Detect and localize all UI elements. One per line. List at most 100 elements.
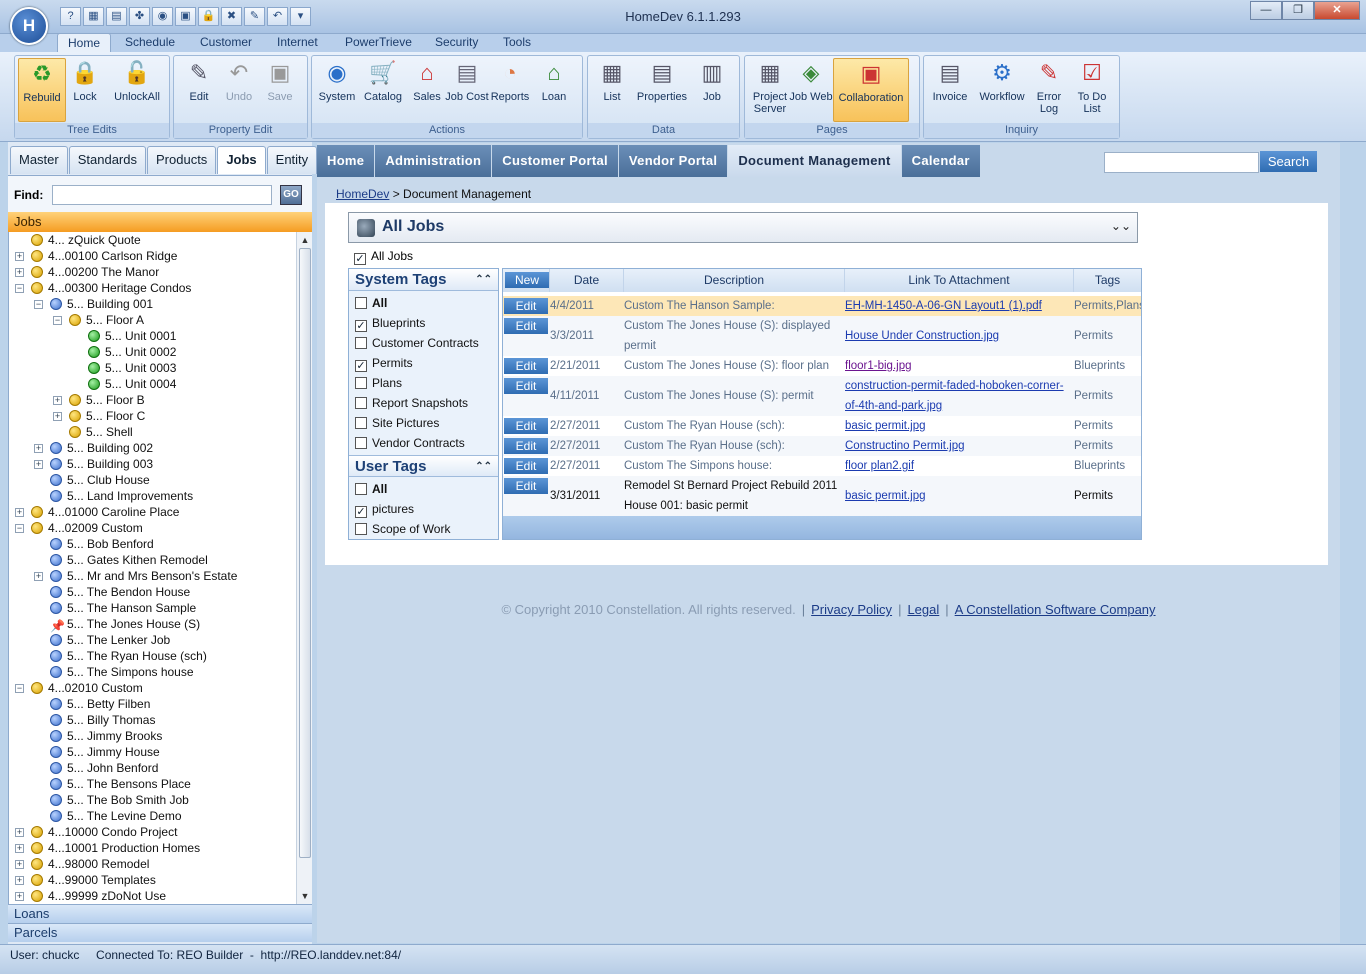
user-tag-item[interactable]: All bbox=[355, 480, 387, 498]
parcels-bar[interactable]: Parcels bbox=[8, 923, 312, 942]
tree-node[interactable]: 5... Shell bbox=[69, 424, 133, 440]
to-do-list-button[interactable]: ☑ To Do List bbox=[1070, 58, 1114, 126]
scroll-up-icon[interactable]: ▲ bbox=[297, 232, 313, 248]
list-button[interactable]: ▦ List bbox=[588, 58, 636, 103]
nav-tab-customer-portal[interactable]: Customer Portal bbox=[492, 145, 619, 177]
grid-header-description[interactable]: Description bbox=[624, 269, 845, 292]
tree-node[interactable]: 5... Land Improvements bbox=[50, 488, 193, 504]
tree-node[interactable]: 5... Building 002 bbox=[50, 440, 153, 456]
tree-node[interactable]: 5... Unit 0003 bbox=[88, 360, 176, 376]
tree-node[interactable]: 4...10000 Condo Project bbox=[31, 824, 177, 840]
collaboration-button[interactable]: ▣ Collaboration bbox=[833, 58, 909, 122]
scroll-down-icon[interactable]: ▼ bbox=[297, 888, 313, 904]
all-jobs-checkbox[interactable]: ✓ bbox=[354, 253, 366, 265]
job-selector[interactable]: All Jobs ⌄⌄ bbox=[348, 212, 1138, 243]
system-tag-item[interactable]: Vendor Contracts bbox=[355, 434, 465, 452]
system-tag-item[interactable]: Report Snapshots bbox=[355, 394, 468, 412]
restore-button[interactable]: ❐ bbox=[1282, 1, 1314, 20]
left-tab-entity[interactable]: Entity bbox=[266, 146, 318, 174]
ribbon-tab-customer[interactable]: Customer bbox=[190, 33, 262, 53]
tree-expander[interactable]: − bbox=[34, 300, 43, 309]
tree-expander[interactable]: + bbox=[15, 508, 24, 517]
system-tag-item[interactable]: Plans bbox=[355, 374, 402, 392]
tree-node[interactable]: 5... Jimmy House bbox=[50, 744, 160, 760]
tree-node[interactable]: 5... The Bendon House bbox=[50, 584, 190, 600]
ribbon-tab-schedule[interactable]: Schedule bbox=[115, 33, 185, 53]
left-tab-standards[interactable]: Standards bbox=[68, 146, 146, 174]
tree-node[interactable]: 4...02009 Custom bbox=[31, 520, 143, 536]
system-tag-item[interactable]: Customer Contracts bbox=[355, 334, 479, 352]
tree-expander[interactable]: + bbox=[34, 460, 43, 469]
tree-node[interactable]: 5... The Bob Smith Job bbox=[50, 792, 189, 808]
tree-node[interactable]: 5... The Ryan House (sch) bbox=[50, 648, 207, 664]
tag-checkbox[interactable] bbox=[355, 377, 367, 389]
tree-expander[interactable]: + bbox=[15, 892, 24, 901]
system-tag-item[interactable]: Site Pictures bbox=[355, 414, 439, 432]
edit-button[interactable]: Edit bbox=[504, 298, 548, 314]
attachment-link[interactable]: basic permit.jpg bbox=[845, 416, 926, 436]
system-tags-header[interactable]: System Tags ⌃⌃ bbox=[349, 269, 498, 291]
edit-button[interactable]: Edit bbox=[504, 438, 548, 454]
tag-checkbox[interactable] bbox=[355, 437, 367, 449]
loans-bar[interactable]: Loans bbox=[8, 904, 312, 923]
attachment-link[interactable]: basic permit.jpg bbox=[845, 486, 926, 506]
system-tag-item[interactable]: ✓ Blueprints bbox=[355, 314, 425, 332]
tree-node[interactable]: 5... Mr and Mrs Benson's Estate bbox=[50, 568, 237, 584]
ribbon-tab-tools[interactable]: Tools bbox=[493, 33, 541, 53]
all-jobs-checkbox-row[interactable]: ✓ All Jobs bbox=[354, 249, 413, 265]
workflow-button[interactable]: ⚙ Workflow bbox=[974, 58, 1030, 103]
close-button[interactable]: ✕ bbox=[1314, 1, 1360, 20]
tree-expander[interactable]: + bbox=[15, 844, 24, 853]
grid-header-date[interactable]: Date bbox=[550, 269, 624, 292]
properties-button[interactable]: ▤ Properties bbox=[632, 58, 692, 103]
tag-checkbox[interactable] bbox=[355, 523, 367, 535]
tree-node[interactable]: 4...02010 Custom bbox=[31, 680, 143, 696]
tree-expander[interactable]: + bbox=[53, 412, 62, 421]
nav-tab-administration[interactable]: Administration bbox=[375, 145, 493, 177]
save-button[interactable]: ▣ Save bbox=[256, 58, 304, 103]
app-logo[interactable]: H bbox=[10, 7, 48, 45]
tree-node[interactable]: 5... Unit 0002 bbox=[88, 344, 176, 360]
grid-header-link[interactable]: Link To Attachment bbox=[845, 269, 1074, 292]
tree-node[interactable]: 5... Floor C bbox=[69, 408, 145, 424]
legal-link[interactable]: Legal bbox=[907, 602, 939, 617]
new-button[interactable]: New bbox=[505, 272, 549, 288]
edit-button[interactable]: Edit bbox=[504, 478, 548, 494]
tree-expander[interactable]: − bbox=[15, 684, 24, 693]
attachment-link[interactable]: EH-MH-1450-A-06-GN Layout1 (1).pdf bbox=[845, 296, 1042, 316]
tree-node[interactable]: 5... Billy Thomas bbox=[50, 712, 155, 728]
loan-button[interactable]: ⌂ Loan bbox=[530, 58, 578, 103]
tag-checkbox[interactable] bbox=[355, 417, 367, 429]
edit-button[interactable]: Edit bbox=[504, 318, 548, 334]
nav-tab-document-management[interactable]: Document Management bbox=[728, 145, 902, 177]
tree-expander[interactable]: + bbox=[34, 444, 43, 453]
tree-expander[interactable]: + bbox=[15, 876, 24, 885]
tag-checkbox[interactable] bbox=[355, 297, 367, 309]
tree-node[interactable]: 5... The Simpons house bbox=[50, 664, 194, 680]
attachment-link[interactable]: floor1-big.jpg bbox=[845, 356, 911, 376]
tree-node[interactable]: 4...01000 Caroline Place bbox=[31, 504, 179, 520]
left-tab-jobs[interactable]: Jobs bbox=[217, 146, 266, 174]
left-tab-master[interactable]: Master bbox=[10, 146, 68, 174]
tree-node[interactable]: 4...99999 zDoNot Use bbox=[31, 888, 166, 904]
left-tab-products[interactable]: Products bbox=[147, 146, 217, 174]
tree-node[interactable]: 4...98000 Remodel bbox=[31, 856, 149, 872]
tree-node[interactable]: 4...10001 Production Homes bbox=[31, 840, 200, 856]
nav-tab-vendor-portal[interactable]: Vendor Portal bbox=[618, 145, 729, 177]
tree-node[interactable]: 5... The Levine Demo bbox=[50, 808, 182, 824]
tree-node[interactable]: 5... Club House bbox=[50, 472, 150, 488]
tree-node[interactable]: 5... Building 003 bbox=[50, 456, 153, 472]
tree-node[interactable]: 4...00200 The Manor bbox=[31, 264, 159, 280]
system-tag-item[interactable]: ✓ Permits bbox=[355, 354, 413, 372]
catalog-button[interactable]: 🛒 Catalog bbox=[359, 58, 407, 103]
tree-node[interactable]: 4... zQuick Quote bbox=[31, 232, 141, 248]
edit-button[interactable]: Edit bbox=[504, 358, 548, 374]
go-button[interactable]: GO bbox=[280, 185, 302, 205]
tree-expander[interactable]: − bbox=[15, 524, 24, 533]
privacy-policy-link[interactable]: Privacy Policy bbox=[811, 602, 892, 617]
tree-node[interactable]: 5... Floor B bbox=[69, 392, 145, 408]
tag-checkbox[interactable]: ✓ bbox=[355, 506, 367, 518]
edit-button[interactable]: Edit bbox=[504, 458, 548, 474]
attachment-link[interactable]: floor plan2.gif bbox=[845, 456, 914, 476]
attachment-link[interactable]: construction-permit-faded-hoboken-corner… bbox=[845, 376, 1064, 396]
